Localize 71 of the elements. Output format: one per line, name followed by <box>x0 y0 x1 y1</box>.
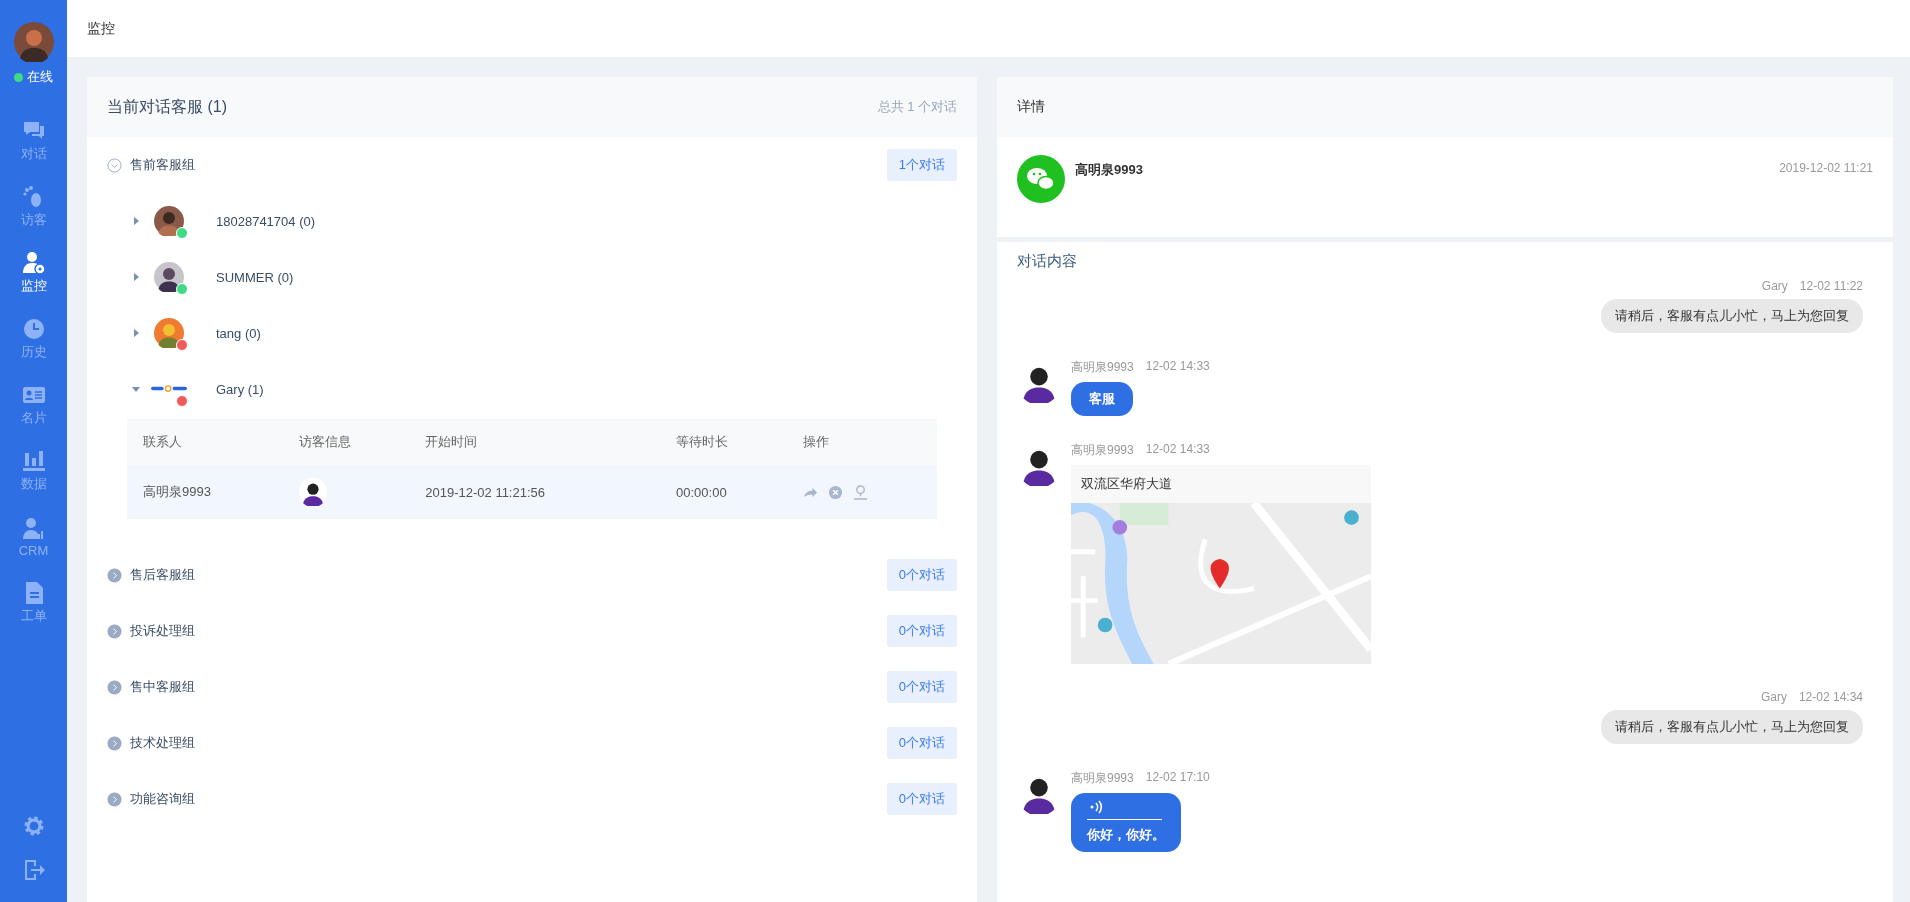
page-title: 监控 <box>87 19 115 38</box>
sender-name: 高明泉9993 <box>1071 359 1134 376</box>
message-time: 12-02 11:22 <box>1799 279 1863 293</box>
conversation-count: 1个对话 <box>886 149 957 181</box>
sender-name: 高明泉9993 <box>1071 770 1134 787</box>
section-title: 对话内容 <box>1017 252 1078 271</box>
message-bubble: 请稍后，客服有点儿小忙，马上为您回复 <box>1601 299 1863 333</box>
message-time: 12-02 17:10 <box>1145 770 1210 786</box>
message-bubble: 请稍后，客服有点儿小忙，马上为您回复 <box>1601 710 1863 744</box>
conversation-count: 0个对话 <box>886 559 957 591</box>
voice-transcript: 你好，你好。 <box>1087 826 1165 844</box>
panel-title: 详情 <box>1017 98 1045 116</box>
agent-name[interactable]: 18028741704 (0) <box>216 213 316 229</box>
message-time: 12-02 14:33 <box>1145 359 1210 375</box>
sender-name: 高明泉9993 <box>1071 442 1134 459</box>
conversation-count: 0个对话 <box>886 671 957 703</box>
conversation-count: 0个对话 <box>886 615 957 647</box>
caret-right-icon[interactable] <box>132 329 140 337</box>
avatar <box>154 262 184 292</box>
column-header: 联系人 <box>127 419 283 465</box>
logo-icon <box>151 384 187 393</box>
monitor-person-icon <box>21 251 46 275</box>
expand-icon[interactable] <box>107 567 122 583</box>
caret-right-icon[interactable] <box>132 273 140 281</box>
bar-chart-icon <box>21 449 46 473</box>
table-cell: 2019-12-02 11:21:56 <box>409 465 661 519</box>
column-header: 访客信息 <box>282 419 410 465</box>
contact-name: 高明泉9993 <box>1075 161 1144 179</box>
column-header: 开始时间 <box>409 419 661 465</box>
caret-down-icon[interactable] <box>132 385 140 393</box>
person-chart-icon <box>21 516 46 541</box>
expand-icon[interactable] <box>107 623 122 639</box>
avatar <box>154 318 184 348</box>
column-header: 等待时长 <box>660 419 787 465</box>
group-name[interactable]: 售前客服组 <box>130 156 887 174</box>
group-name[interactable]: 投诉处理组 <box>130 622 887 640</box>
column-header: 操作 <box>786 419 937 465</box>
wechat-icon <box>1017 155 1065 203</box>
avatar <box>298 478 327 506</box>
message-bubble: 客服 <box>1071 382 1133 416</box>
agent-name[interactable]: SUMMER (0) <box>216 269 294 285</box>
clock-icon <box>21 317 46 341</box>
close-icon[interactable] <box>827 484 843 500</box>
expand-icon[interactable] <box>107 735 122 751</box>
table-cell: 00:00:00 <box>660 465 787 519</box>
contact-time: 2019-12-02 11:21 <box>1779 161 1873 177</box>
group-name[interactable]: 技术处理组 <box>130 734 887 752</box>
status-label: 在线 <box>27 68 53 86</box>
caret-right-icon[interactable] <box>132 217 140 225</box>
agent-name[interactable]: Gary (1) <box>216 381 264 397</box>
group-name[interactable]: 售后客服组 <box>130 566 887 584</box>
panel-title: 当前对话客服 (1) <box>107 96 227 117</box>
message-time: 12-02 14:33 <box>1145 442 1210 458</box>
location-address: 双流区华府大道 <box>1080 475 1173 493</box>
message-time: 12-02 14:34 <box>1798 690 1863 704</box>
expand-icon[interactable] <box>107 791 122 807</box>
nav-item[interactable]: 监控 <box>3 240 64 306</box>
conversation-total: 总共 1 个对话 <box>877 98 957 116</box>
conversation-count: 0个对话 <box>886 727 957 759</box>
conversation-count: 0个对话 <box>886 783 957 815</box>
avatar <box>154 206 184 236</box>
sound-wave-icon <box>1089 799 1105 815</box>
sender-name: Gary <box>1761 279 1788 293</box>
expand-icon[interactable] <box>107 679 122 695</box>
avatar <box>13 22 54 62</box>
collapse-icon[interactable] <box>107 157 122 173</box>
group-name[interactable]: 售中客服组 <box>130 678 887 696</box>
table-cell: 高明泉9993 <box>127 465 283 519</box>
agent-name[interactable]: tang (0) <box>216 325 261 341</box>
sender-name: Gary <box>1760 690 1787 704</box>
group-name[interactable]: 功能咨询组 <box>130 790 887 808</box>
